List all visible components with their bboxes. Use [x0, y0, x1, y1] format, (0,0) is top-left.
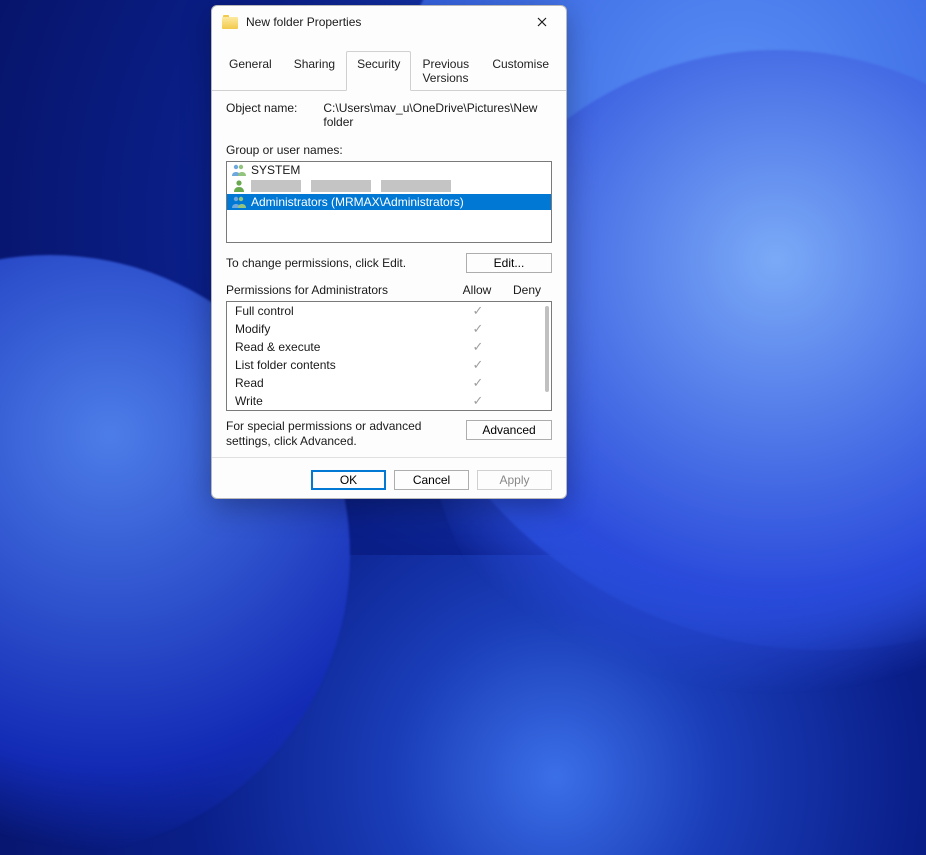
user-icon — [231, 179, 247, 193]
dialog-footer: OK Cancel Apply — [212, 457, 566, 502]
redacted-text — [251, 180, 301, 192]
permission-name: Read — [235, 376, 453, 390]
close-icon — [537, 17, 547, 27]
permission-row: Read & execute ✓ — [227, 338, 551, 356]
object-name-label: Object name: — [226, 101, 297, 129]
check-icon: ✓ — [453, 357, 503, 373]
permissions-for-label: Permissions for Administrators — [226, 283, 452, 297]
tab-general[interactable]: General — [218, 51, 283, 91]
folder-icon — [222, 15, 238, 29]
permission-name: List folder contents — [235, 358, 453, 372]
close-button[interactable] — [528, 11, 556, 33]
edit-button[interactable]: Edit... — [466, 253, 552, 273]
deny-column-header: Deny — [502, 283, 552, 297]
group-icon — [231, 195, 247, 209]
principal-name: Administrators (MRMAX\Administrators) — [251, 195, 464, 209]
scrollbar-thumb[interactable] — [545, 306, 549, 392]
list-item[interactable]: SYSTEM — [227, 162, 551, 178]
check-icon: ✓ — [453, 375, 503, 391]
object-name-row: Object name: C:\Users\mav_u\OneDrive\Pic… — [226, 101, 552, 129]
advanced-button[interactable]: Advanced — [466, 420, 552, 440]
tab-customise[interactable]: Customise — [481, 51, 560, 91]
advanced-hint: For special permissions or advanced sett… — [226, 419, 456, 449]
permissions-header: Permissions for Administrators Allow Den… — [226, 283, 552, 297]
check-icon: ✓ — [453, 321, 503, 337]
permission-row: Write ✓ — [227, 392, 551, 410]
list-item[interactable]: Administrators (MRMAX\Administrators) — [227, 194, 551, 210]
redacted-text — [381, 180, 451, 192]
permission-name: Full control — [235, 304, 453, 318]
list-item[interactable] — [227, 178, 551, 194]
group-icon — [231, 163, 247, 177]
tab-content: Object name: C:\Users\mav_u\OneDrive\Pic… — [212, 91, 566, 457]
tab-strip: General Sharing Security Previous Versio… — [212, 50, 566, 91]
object-name-value: C:\Users\mav_u\OneDrive\Pictures\New fol… — [323, 101, 552, 129]
apply-button[interactable]: Apply — [477, 470, 552, 490]
check-icon: ✓ — [453, 339, 503, 355]
tab-sharing[interactable]: Sharing — [283, 51, 346, 91]
ok-button[interactable]: OK — [311, 470, 386, 490]
permission-row: Full control ✓ — [227, 302, 551, 320]
cancel-button[interactable]: Cancel — [394, 470, 469, 490]
edit-hint: To change permissions, click Edit. — [226, 256, 406, 270]
principals-listbox[interactable]: SYSTEM Administrators (MRMAX\Administrat… — [226, 161, 552, 243]
tab-security[interactable]: Security — [346, 51, 411, 91]
permission-name: Modify — [235, 322, 453, 336]
permissions-listbox[interactable]: Full control ✓ Modify ✓ Read & execute ✓… — [226, 301, 552, 411]
principal-name: SYSTEM — [251, 163, 300, 177]
check-icon: ✓ — [453, 393, 503, 409]
permission-row: Read ✓ — [227, 374, 551, 392]
titlebar: New folder Properties — [212, 6, 566, 38]
redacted-text — [311, 180, 371, 192]
tab-previous-versions[interactable]: Previous Versions — [411, 51, 481, 91]
advanced-row: For special permissions or advanced sett… — [226, 419, 552, 449]
check-icon: ✓ — [453, 303, 503, 319]
dialog-title: New folder Properties — [246, 15, 361, 29]
allow-column-header: Allow — [452, 283, 502, 297]
edit-row: To change permissions, click Edit. Edit.… — [226, 253, 552, 273]
permission-name: Write — [235, 394, 453, 408]
permission-row: Modify ✓ — [227, 320, 551, 338]
permission-name: Read & execute — [235, 340, 453, 354]
permission-row: List folder contents ✓ — [227, 356, 551, 374]
group-user-names-label: Group or user names: — [226, 143, 552, 157]
properties-dialog: New folder Properties General Sharing Se… — [211, 5, 567, 499]
